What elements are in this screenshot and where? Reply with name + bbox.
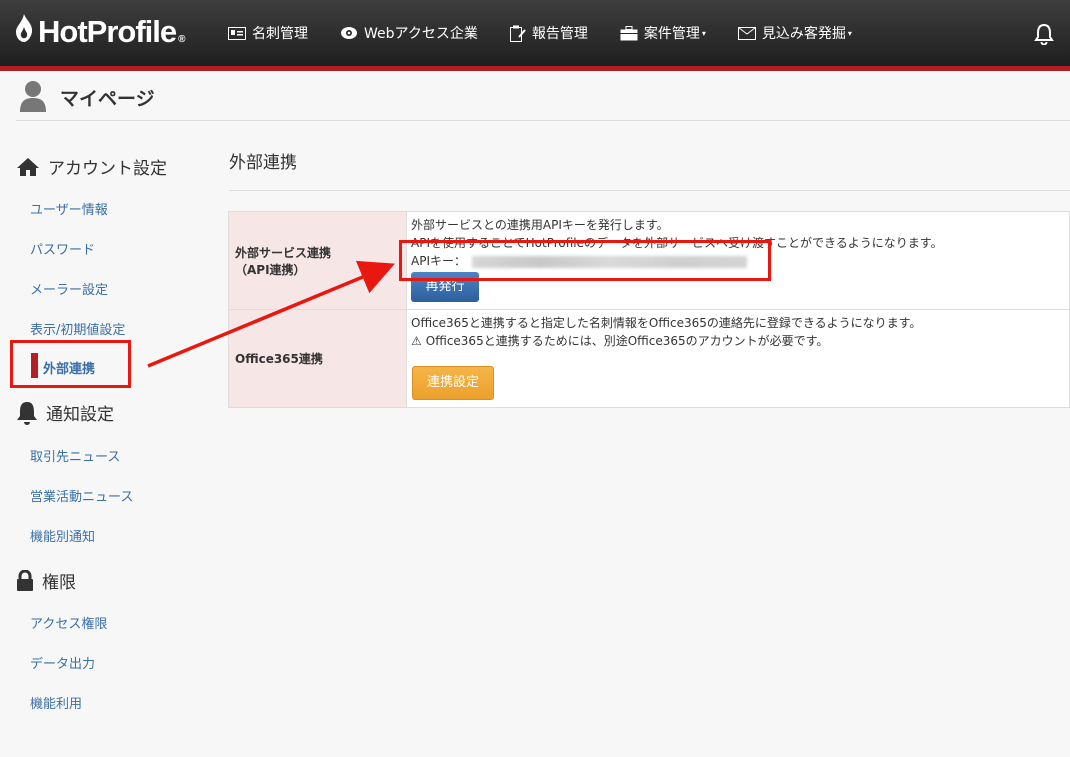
page-title: マイページ (60, 88, 155, 110)
row-content-office365: Office365と連携すると指定した名刺情報をOffice365の連絡先に登録… (406, 309, 1070, 408)
bell-icon (16, 401, 38, 425)
briefcase-icon (620, 25, 638, 41)
user-icon (20, 80, 46, 116)
chevron-down-icon: ▾ (847, 28, 852, 38)
divider (229, 190, 1070, 191)
home-icon (16, 157, 40, 177)
card-icon (228, 26, 246, 40)
sidebar-item-label: 外部連携 (43, 362, 96, 377)
sidebar-item-feature-usage[interactable]: 機能利用 (30, 693, 82, 712)
brand-name: HotProfile (38, 14, 177, 49)
sidebar-heading-label: アカウント設定 (48, 159, 167, 179)
main-nav: 名刺管理 Webアクセス企業 報告管理 案件管理 ▾ 見込み客発掘 ▾ (228, 0, 884, 66)
nav-web-access[interactable]: Webアクセス企業 (340, 23, 478, 43)
sidebar-item-password[interactable]: パスワード (30, 239, 95, 258)
chevron-down-icon: ▾ (701, 28, 706, 38)
sidebar-item-mailer[interactable]: メーラー設定 (30, 279, 108, 298)
nav-label: 名刺管理 (252, 26, 308, 42)
link-settings-button[interactable]: 連携設定 (412, 366, 494, 400)
sidebar-item-feature-notify[interactable]: 機能別通知 (30, 526, 95, 545)
nav-prospects[interactable]: 見込み客発掘 ▾ (737, 23, 852, 43)
reissue-button[interactable]: 再発行 (411, 272, 479, 302)
sidebar-item-data-export[interactable]: データ出力 (30, 653, 95, 672)
api-key-row: APIキー： (411, 252, 1069, 270)
sidebar-heading-label: 権限 (42, 573, 76, 593)
lock-icon (16, 569, 34, 592)
office365-warning: ⚠ Office365と連携するためには、別途Office365のアカウントが必要… (411, 332, 1069, 350)
row-header-label: 外部サービス連携 (235, 245, 332, 260)
office365-warning-text: Office365と連携するためには、別途Office365のアカウントが必要で… (425, 334, 829, 348)
table-row-office365: Office365連携 Office365と連携すると指定した名刺情報をOffi… (228, 309, 1070, 408)
eye-icon (340, 26, 358, 40)
active-indicator (31, 353, 38, 378)
nav-deals[interactable]: 案件管理 ▾ (620, 23, 706, 43)
nav-business-cards[interactable]: 名刺管理 (228, 23, 308, 43)
sidebar-heading-permissions: 権限 (16, 568, 76, 593)
office365-description: Office365と連携すると指定した名刺情報をOffice365の連絡先に登録… (411, 316, 922, 330)
row-header-sublabel: （API連携） (235, 262, 306, 277)
nav-label: 見込み客発掘 (761, 26, 846, 42)
sidebar-item-sales-news[interactable]: 営業活動ニュース (30, 486, 133, 505)
table-row-api: 外部サービス連携 （API連携） 外部サービスとの連携用APIキーを発行します。… (228, 211, 1070, 310)
registered-mark: ® (178, 33, 185, 45)
sidebar-item-access-rights[interactable]: アクセス権限 (30, 613, 107, 632)
api-description: 外部サービスとの連携用APIキーを発行します。 (411, 218, 669, 232)
sidebar-heading-label: 通知設定 (46, 405, 114, 425)
envelope-icon (737, 26, 756, 40)
row-header-api: 外部サービス連携 （API連携） (228, 211, 407, 310)
sidebar-item-client-news[interactable]: 取引先ニュース (30, 446, 120, 465)
api-key-label: APIキー： (411, 254, 466, 268)
sidebar-heading-notify: 通知設定 (16, 400, 114, 425)
row-content-api: 外部サービスとの連携用APIキーを発行します。 APIを使用することでHotPr… (406, 211, 1070, 310)
row-header-office365: Office365連携 (228, 309, 407, 408)
report-icon (509, 25, 526, 42)
nav-label: Webアクセス企業 (364, 26, 478, 42)
notification-bell-icon[interactable] (1034, 23, 1054, 49)
api-key-value-redacted (472, 255, 747, 268)
warning-icon: ⚠ (411, 334, 422, 348)
sidebar-item-display-defaults[interactable]: 表示/初期値設定 (30, 319, 125, 338)
page-header: マイページ (16, 78, 1070, 121)
section-title: 外部連携 (229, 153, 297, 173)
flame-icon (14, 14, 34, 50)
api-description-detail: APIを使用することでHotProfileのデータを外部サービスへ受け渡すことが… (411, 236, 943, 250)
sidebar-heading-account: アカウント設定 (16, 154, 167, 179)
nav-label: 報告管理 (531, 26, 588, 42)
hotprofile-logo[interactable]: HotProfile ® (14, 14, 186, 50)
integration-table: 外部サービス連携 （API連携） 外部サービスとの連携用APIキーを発行します。… (228, 211, 1070, 408)
sidebar-item-user-info[interactable]: ユーザー情報 (30, 199, 108, 218)
nav-label: 案件管理 (643, 26, 700, 42)
sidebar-item-external-integration[interactable]: 外部連携 (10, 340, 131, 388)
top-navbar: HotProfile ® 名刺管理 Webアクセス企業 報告管理 案件管理 ▾ … (0, 0, 1070, 71)
nav-reports[interactable]: 報告管理 (509, 23, 588, 43)
